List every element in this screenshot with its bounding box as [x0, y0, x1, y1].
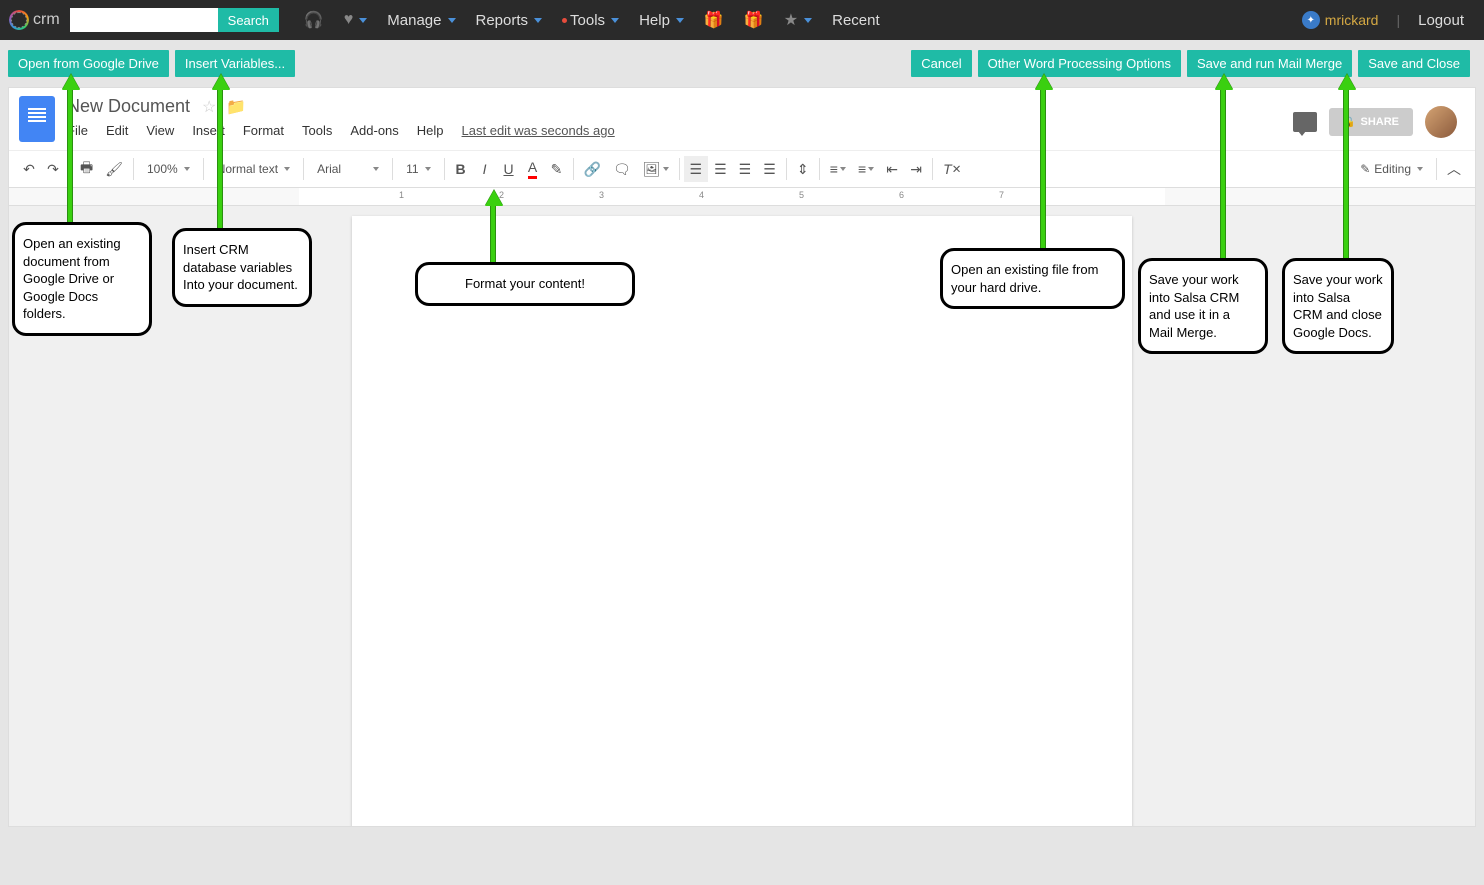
callout-insert-vars: Insert CRM database variables Into your …	[172, 228, 312, 307]
save-close-button[interactable]: Save and Close	[1358, 50, 1470, 77]
increase-indent-button[interactable]: ⇥	[904, 156, 928, 182]
underline-button[interactable]: U	[497, 156, 521, 182]
action-row: Open from Google Drive Insert Variables.…	[0, 40, 1484, 87]
share-label: SHARE	[1360, 116, 1399, 128]
favorites-menu[interactable]: ♥	[344, 11, 368, 29]
size-value: 11	[406, 162, 418, 176]
crm-logo-icon	[10, 11, 28, 29]
insert-variables-button[interactable]: Insert Variables...	[175, 50, 295, 77]
callout-save-close: Save your work into Salsa CRM and close …	[1282, 258, 1394, 354]
move-folder-icon[interactable]: 📁	[226, 97, 246, 117]
align-center-button[interactable]: ☰	[708, 156, 733, 182]
editing-mode-dropdown[interactable]: ✎Editing	[1351, 157, 1432, 181]
align-right-button[interactable]: ☰	[733, 156, 758, 182]
logout-link[interactable]: Logout	[1418, 12, 1464, 29]
username[interactable]: mrickard	[1325, 12, 1379, 28]
star-menu[interactable]: ★	[784, 10, 812, 30]
open-from-drive-button[interactable]: Open from Google Drive	[8, 50, 169, 77]
crm-logo: crm	[10, 11, 60, 29]
manage-label: Manage	[387, 12, 441, 29]
cancel-button[interactable]: Cancel	[911, 50, 971, 77]
search-box: Search	[70, 8, 279, 32]
text-color-button[interactable]: A	[521, 156, 545, 182]
divider: |	[1396, 12, 1400, 28]
menu-insert[interactable]: Insert	[192, 123, 225, 138]
ruler[interactable]: 1234567	[9, 188, 1475, 206]
crm-top-bar: crm Search 🎧 ♥ Manage Reports Tools Help…	[0, 0, 1484, 40]
insert-comment-button[interactable]: 🗨	[607, 156, 637, 182]
recent-label: Recent	[832, 12, 880, 29]
align-left-button[interactable]: ☰	[684, 156, 709, 182]
style-value: Normal text	[217, 162, 278, 176]
docs-logo-icon[interactable]	[19, 96, 55, 142]
notification-dot-icon	[562, 18, 567, 23]
paint-format-button[interactable]: 🖌	[99, 156, 129, 182]
help-label: Help	[639, 12, 670, 29]
highlight-button[interactable]: ✎	[545, 156, 569, 182]
gdocs-menu-bar: File Edit View Insert Format Tools Add-o…	[67, 123, 1293, 138]
other-wp-options-button[interactable]: Other Word Processing Options	[978, 50, 1181, 77]
menu-view[interactable]: View	[146, 123, 174, 138]
line-spacing-button[interactable]: ⇕	[791, 156, 815, 182]
decrease-indent-button[interactable]: ⇤	[880, 156, 904, 182]
undo-button[interactable]: ↶	[17, 156, 41, 182]
font-dropdown[interactable]: Arial	[308, 157, 388, 181]
manage-menu[interactable]: Manage	[387, 12, 455, 29]
numbered-list-button[interactable]: ≡	[824, 156, 852, 182]
menu-edit[interactable]: Edit	[106, 123, 128, 138]
document-title[interactable]: New Document	[67, 96, 190, 117]
help-menu[interactable]: Help	[639, 12, 684, 29]
callout-mail-merge: Save your work into Salsa CRM and use it…	[1138, 258, 1268, 354]
font-value: Arial	[317, 162, 341, 176]
menu-addons[interactable]: Add-ons	[350, 123, 398, 138]
share-button[interactable]: SHARE	[1329, 108, 1413, 136]
recent-menu[interactable]: Recent	[832, 12, 880, 29]
heart-icon: ♥	[344, 11, 354, 29]
redo-button[interactable]: ↷	[41, 156, 65, 182]
bold-button[interactable]: B	[449, 156, 473, 182]
gift-icon-2[interactable]: 🎁	[744, 10, 764, 30]
google-docs-editor: New Document ☆ 📁 File Edit View Insert F…	[8, 87, 1476, 827]
reports-menu[interactable]: Reports	[476, 12, 543, 29]
menu-tools[interactable]: Tools	[302, 123, 332, 138]
star-icon: ★	[784, 10, 798, 30]
clear-formatting-button[interactable]: T✕	[937, 156, 967, 182]
user-badge-icon: ✦	[1302, 11, 1320, 29]
gift-icon-1[interactable]: 🎁	[704, 10, 724, 30]
bulleted-list-button[interactable]: ≡	[852, 156, 880, 182]
comments-icon[interactable]	[1293, 112, 1317, 132]
gdocs-toolbar: ↶ ↷ 🖶 🖌 100% Normal text Arial 11 B I U …	[9, 150, 1475, 188]
tools-label: Tools	[570, 12, 605, 29]
last-edit-link[interactable]: Last edit was seconds ago	[462, 123, 615, 138]
paragraph-style-dropdown[interactable]: Normal text	[208, 157, 299, 181]
search-button[interactable]: Search	[218, 8, 279, 32]
italic-button[interactable]: I	[473, 156, 497, 182]
insert-link-button[interactable]: 🔗	[578, 156, 607, 182]
tools-menu[interactable]: Tools	[562, 12, 619, 29]
collapse-toolbar-button[interactable]: ︿	[1441, 156, 1467, 182]
zoom-dropdown[interactable]: 100%	[138, 157, 199, 181]
star-document-icon[interactable]: ☆	[202, 97, 216, 117]
align-justify-button[interactable]: ☰	[757, 156, 782, 182]
headphones-icon[interactable]: 🎧	[304, 10, 324, 30]
search-input[interactable]	[70, 8, 218, 32]
menu-file[interactable]: File	[67, 123, 88, 138]
insert-image-button[interactable]: 🖼	[637, 156, 675, 182]
print-button[interactable]: 🖶	[74, 156, 99, 182]
user-avatar[interactable]	[1425, 106, 1457, 138]
save-mail-merge-button[interactable]: Save and run Mail Merge	[1187, 50, 1352, 77]
reports-label: Reports	[476, 12, 529, 29]
mode-value: Editing	[1374, 162, 1411, 176]
font-size-dropdown[interactable]: 11	[397, 157, 439, 181]
menu-format[interactable]: Format	[243, 123, 284, 138]
callout-open-drive: Open an existing document from Google Dr…	[12, 222, 152, 336]
callout-open-file: Open an existing file from your hard dri…	[940, 248, 1125, 309]
crm-brand-text: crm	[33, 11, 60, 29]
gdocs-header: New Document ☆ 📁 File Edit View Insert F…	[9, 88, 1475, 142]
callout-format: Format your content!	[415, 262, 635, 306]
zoom-value: 100%	[147, 162, 178, 176]
menu-help[interactable]: Help	[417, 123, 444, 138]
